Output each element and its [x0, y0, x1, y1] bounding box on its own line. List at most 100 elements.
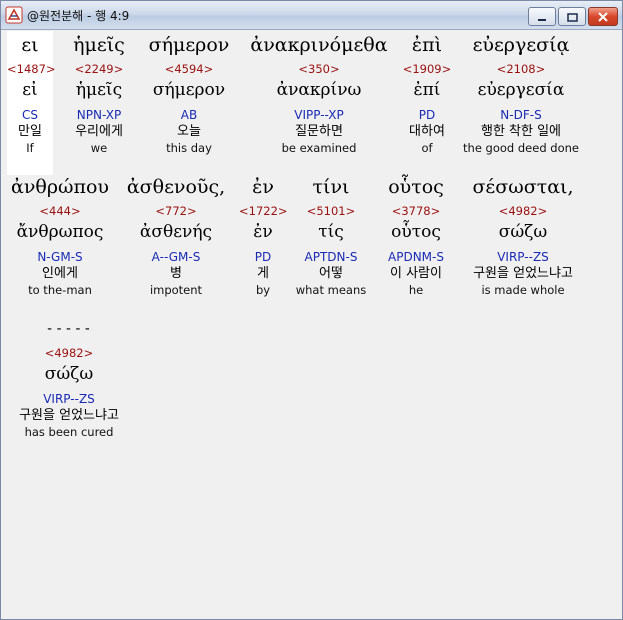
strong-number: <2249>	[74, 62, 124, 76]
english-gloss: to the-man	[28, 283, 92, 297]
morphology-code: VIPP--XP	[294, 108, 344, 122]
english-gloss: has been cured	[24, 425, 114, 439]
strong-number: <1722>	[239, 204, 288, 218]
english-gloss: he	[408, 283, 424, 297]
morphology-code: PD	[254, 250, 272, 264]
word-column[interactable]: εὐεργεσίᾳ <2108> εὐεργεσία N-DF-S 행한 착한 …	[459, 31, 583, 156]
lemma: τίς	[318, 222, 344, 242]
morphology-code: AB	[180, 108, 198, 122]
korean-gloss: 구원을 얻었느냐고	[19, 408, 119, 423]
word-column[interactable]: τίνι <5101> τίς APTDN-S 어떻 what means	[295, 173, 367, 298]
strong-number: <5101>	[306, 204, 356, 218]
word-column[interactable]: ----- <4982> σώζω VIRP--ZS 구원을 얻었느냐고 has…	[5, 315, 133, 440]
english-gloss: If	[26, 141, 34, 155]
english-gloss: this day	[166, 141, 212, 155]
lemma: ἡμεῖς	[75, 80, 123, 100]
strong-number: <4982>	[498, 204, 548, 218]
greek-word: εὐεργεσίᾳ	[472, 34, 570, 56]
morphology-code: VIRP--ZS	[43, 392, 95, 406]
morphology-code: APDNM-S	[388, 250, 444, 264]
strong-number: <4982>	[44, 346, 94, 360]
lemma: οὗτος	[391, 222, 441, 242]
korean-gloss: 질문하면	[295, 124, 343, 139]
korean-gloss: 오늘	[177, 124, 201, 139]
morphology-code: CS	[22, 108, 38, 122]
lemma: ἐπί	[413, 80, 441, 100]
lemma: σήμερον	[152, 80, 226, 100]
strong-number: <772>	[155, 204, 197, 218]
strong-number: <1487>	[7, 62, 56, 76]
greek-word: ἀνακρινόμεθα	[250, 34, 388, 56]
lemma: εὐεργεσία	[477, 80, 565, 100]
greek-word: ει	[21, 34, 39, 56]
strong-number: <350>	[298, 62, 340, 76]
english-gloss: by	[255, 283, 271, 297]
word-column[interactable]: οὗτος <3778> οὗτος APDNM-S 이 사람이 he	[379, 173, 453, 298]
english-gloss: what means	[295, 283, 367, 297]
app-logo-icon	[5, 6, 23, 24]
english-gloss: of	[421, 141, 433, 155]
strong-number: <2108>	[496, 62, 546, 76]
word-column[interactable]: ἐν <1722> ἐν PD 게 by	[239, 173, 288, 298]
korean-gloss: 구원을 얻었느냐고	[473, 266, 573, 281]
greek-word: τίνι	[312, 176, 350, 198]
morphology-code: A--GM-S	[151, 250, 201, 264]
morphology-code: NPN-XP	[76, 108, 122, 122]
interlinear-view[interactable]: ει <1487> εἰ CS 만일 If ἡμεῖς <2249> ἡμεῖς…	[5, 31, 618, 615]
word-column[interactable]: ἀνθρώπου <444> ἄνθρωπος N-GM-S 인에게 to th…	[5, 173, 115, 298]
morphology-code: APTDN-S	[304, 250, 358, 264]
greek-word: ἐπὶ	[411, 34, 443, 56]
lemma: ἄνθρωπος	[16, 222, 104, 242]
english-gloss: the good deed done	[463, 141, 579, 155]
word-column[interactable]: ἡμεῖς <2249> ἡμεῖς NPN-XP 우리에게 we	[61, 31, 137, 156]
app-window: @원전분해 - 행 4:9 ει <1487> εἰ CS 만일 If ἡμεῖ…	[0, 0, 623, 620]
greek-word: σέσωσται,	[472, 176, 574, 198]
korean-gloss: 어떻	[319, 266, 343, 281]
greek-word: ἀνθρώπου	[11, 176, 109, 198]
morphology-code: VIRP--ZS	[497, 250, 549, 264]
greek-word: ἡμεῖς	[73, 34, 125, 56]
maximize-button[interactable]	[558, 7, 586, 26]
strong-number: <4594>	[164, 62, 214, 76]
korean-gloss: 대하여	[409, 124, 445, 139]
word-column[interactable]: σέσωσται, <4982> σώζω VIRP--ZS 구원을 얻었느냐고…	[459, 173, 587, 298]
morphology-code: PD	[418, 108, 436, 122]
english-gloss: we	[90, 141, 108, 155]
korean-gloss: 병	[170, 266, 182, 281]
korean-gloss: 만일	[18, 124, 42, 139]
english-gloss: impotent	[149, 283, 203, 297]
lemma: σώζω	[498, 222, 548, 242]
greek-word: ἐν	[252, 176, 274, 198]
strong-number: <444>	[39, 204, 81, 218]
korean-gloss: 인에게	[42, 266, 78, 281]
minimize-icon	[537, 7, 547, 26]
word-column[interactable]: ει <1487> εἰ CS 만일 If	[7, 31, 56, 175]
korean-gloss: 행한 착한 일에	[480, 124, 562, 139]
strong-number: <1909>	[402, 62, 452, 76]
korean-gloss: 이 사람이	[390, 266, 442, 281]
greek-word: ἀσθενοῦς,	[126, 176, 226, 198]
english-gloss: be examined	[281, 141, 357, 155]
close-icon	[598, 7, 608, 26]
morphology-code: N-DF-S	[500, 108, 542, 122]
lemma: ἐν	[253, 222, 273, 242]
greek-word: οὗτος	[388, 176, 444, 198]
korean-gloss: 우리에게	[75, 124, 123, 139]
lemma: ἀσθενής	[139, 222, 213, 242]
word-column[interactable]: ἀνακρινόμεθα <350> ἀνακρίνω VIPP--XP 질문하…	[245, 31, 393, 156]
lemma: ἀνακρίνω	[276, 80, 362, 100]
minimize-button[interactable]	[528, 7, 556, 26]
lemma: εἰ	[22, 80, 38, 100]
word-column[interactable]: σήμερον <4594> σήμερον AB 오늘 this day	[141, 31, 237, 156]
maximize-icon	[566, 7, 578, 26]
english-gloss: is made whole	[481, 283, 565, 297]
lemma: σώζω	[44, 364, 94, 384]
title-bar[interactable]: @원전분해 - 행 4:9	[1, 1, 622, 30]
greek-word: -----	[45, 321, 93, 337]
window-title: @원전분해 - 행 4:9	[27, 9, 130, 23]
word-column[interactable]: ἐπὶ <1909> ἐπί PD 대하여 of	[399, 31, 455, 156]
korean-gloss: 게	[257, 266, 269, 281]
close-button[interactable]	[588, 7, 618, 26]
strong-number: <3778>	[391, 204, 441, 218]
word-column[interactable]: ἀσθενοῦς, <772> ἀσθενής A--GM-S 병 impote…	[119, 173, 233, 298]
